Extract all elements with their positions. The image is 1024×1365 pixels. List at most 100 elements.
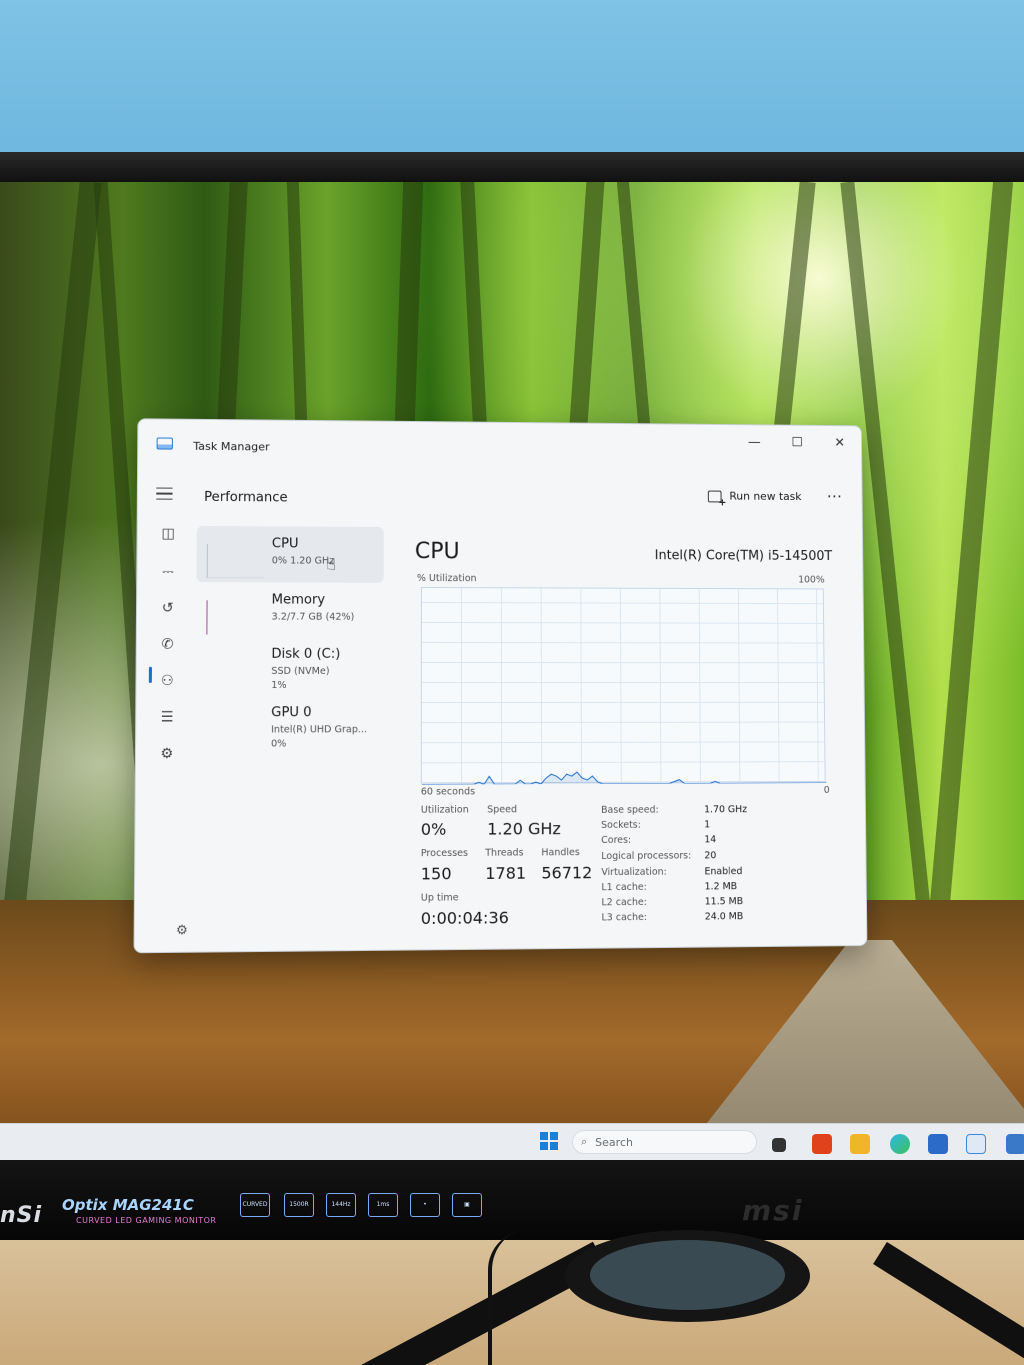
handles-label: Handles <box>541 847 579 858</box>
cpu-utilization-line <box>422 588 827 785</box>
search-icon: ⌕ <box>581 1135 587 1149</box>
performance-icon[interactable]: ⎓ <box>154 558 183 586</box>
monitor-stand-base-inner <box>590 1240 785 1310</box>
taskbar-search[interactable]: ⌕ Search <box>572 1130 757 1154</box>
monitor-bezel-top <box>0 152 1024 182</box>
spec-label-virtualization: Virtualization: <box>601 867 667 879</box>
threads-value: 1781 <box>485 864 526 883</box>
taskbar-search-placeholder: Search <box>595 1136 633 1149</box>
title-bar[interactable]: Task Manager — ☐ ✕ <box>138 419 861 475</box>
feature-badge-1ms: 1ms <box>368 1193 398 1217</box>
perf-item-detail: 3.2/7.7 GB (42%) <box>272 611 355 625</box>
spec-value-sockets: 1 <box>704 819 710 830</box>
spec-label-l2-cache: L2 cache: <box>601 897 647 908</box>
monitor-model: Optix MAG241C <box>62 1196 194 1214</box>
speed-value: 1.20 GHz <box>487 819 561 839</box>
close-button[interactable]: ✕ <box>822 432 857 456</box>
settings-gear-icon[interactable]: ⚙ <box>176 923 188 938</box>
task-view-icon[interactable] <box>772 1138 786 1152</box>
monitor-brand-logo-right: msi <box>742 1194 803 1227</box>
spec-label-l1-cache: L1 cache: <box>601 882 647 893</box>
cpu-utilization-area <box>422 771 827 784</box>
feature-badge-freesync: • <box>410 1193 440 1217</box>
wall-background <box>0 0 1024 170</box>
task-manager-window: Task Manager — ☐ ✕ Performance Run new t… <box>133 418 867 953</box>
navigation-rail: ◫ ⎓ ↺ ✆ ⚇ ☰ ⚙ <box>147 520 187 946</box>
cpu-detail-panel: CPU Intel(R) Core(TM) i5-14500T % Utiliz… <box>411 521 854 943</box>
spec-label-base-speed: Base speed: <box>601 805 659 816</box>
handles-value: 56712 <box>541 863 592 882</box>
page-title: Performance <box>204 490 288 506</box>
perf-item-name: CPU <box>272 536 299 551</box>
perf-item-memory[interactable]: Memory 3.2/7.7 GB (42%) <box>196 582 384 639</box>
mouse-pointer-hand-icon: ☝ <box>326 555 336 574</box>
processes-label: Processes <box>421 848 468 859</box>
perf-item-detail-2: 1% <box>271 679 286 693</box>
run-task-icon <box>708 490 722 502</box>
feature-badge-curved: CURVED <box>240 1193 270 1217</box>
performance-device-list: CPU 0% 1.20 GHz Memory 3.2/7.7 GB (42%) … <box>195 526 383 768</box>
perf-item-name: Disk 0 (C:) <box>271 647 340 662</box>
feature-badge-display: ▣ <box>452 1193 482 1217</box>
cpu-mini-graph <box>207 544 264 578</box>
perf-item-cpu[interactable]: CPU 0% 1.20 GHz <box>196 526 383 583</box>
perf-item-name: Memory <box>272 592 326 607</box>
uptime-label: Up time <box>421 892 459 903</box>
active-indicator <box>149 667 152 683</box>
utilization-value: 0% <box>421 820 447 839</box>
spec-value-l1-cache: 1.2 MB <box>705 881 738 892</box>
feature-badge-144hz: 144Hz <box>326 1193 356 1217</box>
processes-icon[interactable]: ◫ <box>154 520 183 548</box>
spec-label-logical-processors: Logical processors: <box>601 850 691 862</box>
services-icon[interactable]: ⚙ <box>152 740 181 769</box>
more-options-button[interactable]: ⋯ <box>827 487 844 506</box>
edge-icon[interactable] <box>890 1134 910 1154</box>
disk-mini-graph <box>206 655 263 689</box>
maximize-button[interactable]: ☐ <box>780 431 815 455</box>
cpu-utilization-graph <box>421 587 826 784</box>
perf-item-gpu[interactable]: GPU 0 Intel(R) UHD Grap... 0% <box>195 695 383 752</box>
cpu-model-name: Intel(R) Core(TM) i5-14500T <box>655 548 833 564</box>
perf-item-disk[interactable]: Disk 0 (C:) SSD (NVMe) 1% <box>196 637 384 694</box>
spec-value-virtualization: Enabled <box>704 866 742 877</box>
spec-label-l3-cache: L3 cache: <box>601 912 647 923</box>
cpu-title: CPU <box>415 539 460 564</box>
app-history-icon[interactable]: ↺ <box>153 594 182 622</box>
utilization-axis-label: % Utilization <box>417 573 477 584</box>
details-icon[interactable]: ☰ <box>153 703 182 731</box>
window-title: Task Manager <box>193 440 270 454</box>
uptime-value: 0:00:04:36 <box>421 908 509 928</box>
minimize-button[interactable]: — <box>737 431 772 455</box>
taskbar <box>0 1123 1024 1163</box>
app-icon[interactable] <box>1006 1134 1024 1154</box>
monitor-model-subtitle: CURVED LED GAMING MONITOR <box>76 1216 216 1225</box>
threads-label: Threads <box>485 847 523 858</box>
perf-item-detail: 0% 1.20 GHz <box>272 554 334 568</box>
monitor-cable <box>488 1230 540 1365</box>
hamburger-menu-icon[interactable] <box>156 488 172 500</box>
graph-zero-label: 0 <box>824 785 830 796</box>
users-icon[interactable]: ⚇ <box>153 667 182 695</box>
spec-value-l3-cache: 24.0 MB <box>705 911 744 922</box>
speed-label: Speed <box>487 804 517 815</box>
store-icon[interactable] <box>928 1134 948 1154</box>
run-new-task-label: Run new task <box>729 490 801 503</box>
page-header: Performance Run new task ⋯ <box>138 469 862 522</box>
spec-value-base-speed: 1.70 GHz <box>704 804 747 815</box>
perf-item-name: GPU 0 <box>271 705 312 720</box>
spec-label-cores: Cores: <box>601 835 631 846</box>
gpu-mini-graph <box>206 713 263 748</box>
file-explorer-icon[interactable] <box>850 1134 870 1154</box>
run-new-task-button[interactable]: Run new task <box>708 490 802 503</box>
task-manager-taskbar-icon[interactable] <box>966 1134 986 1154</box>
utilization-axis-max: 100% <box>798 575 825 586</box>
perf-item-detail-2: 0% <box>271 737 286 751</box>
start-button[interactable] <box>540 1132 558 1150</box>
office-icon[interactable] <box>812 1134 832 1154</box>
spec-label-sockets: Sockets: <box>601 820 641 831</box>
monitor-brand-logo: nSi <box>0 1203 42 1228</box>
spec-value-l2-cache: 11.5 MB <box>705 896 743 907</box>
startup-apps-icon[interactable]: ✆ <box>153 630 182 658</box>
processes-value: 150 <box>421 864 452 883</box>
feature-badge-1500r: 1500R <box>284 1193 314 1217</box>
